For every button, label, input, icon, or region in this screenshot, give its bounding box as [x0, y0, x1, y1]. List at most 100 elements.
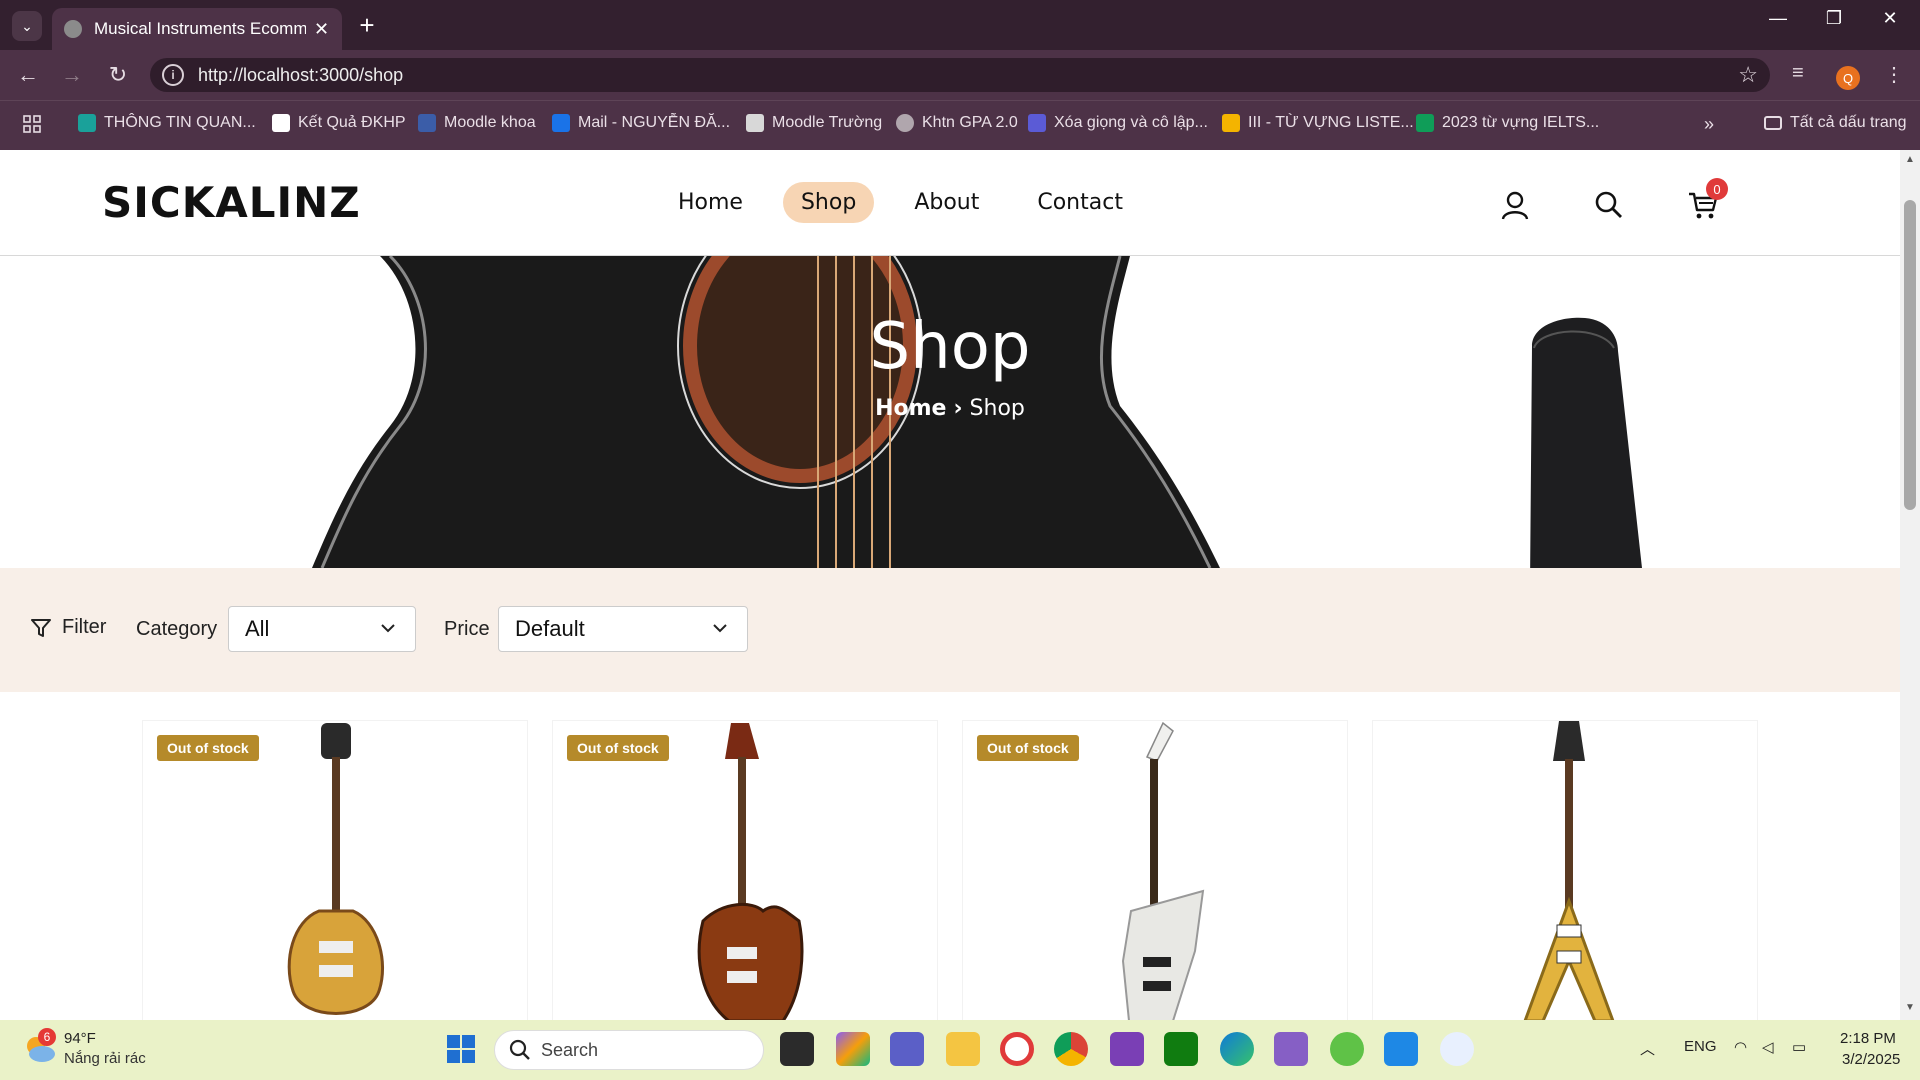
- google-drive-icon: [1416, 114, 1434, 132]
- nav-shop[interactable]: Shop: [782, 182, 875, 223]
- site-info-icon[interactable]: i: [162, 64, 184, 86]
- bookmark-label: Xóa giọng và cô lập...: [1054, 114, 1208, 131]
- language-indicator[interactable]: ENG: [1684, 1038, 1717, 1055]
- clock-date[interactable]: 3/2/2025: [1842, 1051, 1900, 1068]
- stock-badge: Out of stock: [567, 735, 669, 761]
- clock-time[interactable]: 2:18 PM: [1840, 1030, 1896, 1047]
- show-hidden-icons[interactable]: ︿: [1640, 1038, 1655, 1059]
- apps-grid-icon[interactable]: [22, 114, 42, 134]
- bookmark-label: Moodle khoa: [444, 114, 536, 131]
- chrome-icon[interactable]: [1054, 1032, 1088, 1066]
- teams-icon[interactable]: [890, 1032, 924, 1066]
- outlook-icon: [552, 114, 570, 132]
- bookmark-item[interactable]: III - TỪ VỰNG LISTE...: [1222, 114, 1414, 132]
- filter-button[interactable]: Filter: [30, 616, 106, 639]
- moodle-icon: [418, 114, 436, 132]
- search-icon[interactable]: [1592, 188, 1626, 222]
- profile-avatar[interactable]: Q: [1836, 66, 1860, 90]
- site-logo[interactable]: SICKALINZ: [102, 178, 361, 227]
- forward-button[interactable]: →: [54, 60, 90, 90]
- filter-bar: Filter Category All Price Default: [0, 568, 1900, 692]
- close-window-button[interactable]: ✕: [1870, 8, 1910, 29]
- product-card[interactable]: [1372, 720, 1758, 1020]
- windows-start-icon[interactable]: [446, 1034, 476, 1064]
- bookmark-item[interactable]: Xóa giọng và cô lập...: [1028, 114, 1208, 132]
- app-icon[interactable]: [1330, 1032, 1364, 1066]
- bookmark-item[interactable]: THÔNG TIN QUAN...: [78, 114, 256, 132]
- chevron-down-icon: [713, 624, 727, 633]
- scroll-down-icon[interactable]: ▼: [1900, 1002, 1920, 1013]
- nav-home[interactable]: Home: [660, 182, 761, 223]
- nav-contact[interactable]: Contact: [1019, 182, 1141, 223]
- product-image[interactable]: [963, 721, 1349, 1020]
- address-bar[interactable]: i http://localhost:3000/shop ☆: [150, 58, 1770, 92]
- more-bookmarks-icon[interactable]: »: [1704, 114, 1714, 135]
- breadcrumb-home[interactable]: Home: [875, 396, 946, 421]
- hero-banner: Shop Home › Shop: [0, 256, 1900, 568]
- vscode-icon[interactable]: [1384, 1032, 1418, 1066]
- tab-search-button[interactable]: ⌄: [12, 11, 42, 41]
- folder-icon: [1764, 116, 1782, 130]
- globe-icon: [896, 114, 914, 132]
- bookmark-item[interactable]: Mail - NGUYỄN ĐĂ...: [552, 114, 730, 132]
- task-view-icon[interactable]: [780, 1032, 814, 1066]
- category-label: Category: [136, 618, 218, 640]
- bookmark-item[interactable]: Moodle khoa: [418, 114, 536, 132]
- minimize-button[interactable]: —: [1758, 8, 1798, 29]
- all-bookmarks-button[interactable]: Tất cả dấu trang: [1764, 114, 1907, 132]
- bookmark-item[interactable]: Moodle Trường: [746, 114, 882, 132]
- app-icon[interactable]: [1440, 1032, 1474, 1066]
- product-card[interactable]: Out of stock: [142, 720, 528, 1020]
- product-card[interactable]: Out of stock: [552, 720, 938, 1020]
- breadcrumb-current: Shop: [969, 396, 1025, 421]
- browser-menu-icon[interactable]: ⋮: [1884, 62, 1904, 87]
- bookmark-star-icon[interactable]: ☆: [1738, 62, 1758, 88]
- close-tab-icon[interactable]: ✕: [314, 19, 329, 40]
- user-icon[interactable]: [1498, 188, 1532, 222]
- weather-temperature[interactable]: 94°F: [64, 1030, 96, 1047]
- bookmark-item[interactable]: 2023 từ vựng IELTS...: [1416, 114, 1599, 132]
- xbox-icon[interactable]: [1164, 1032, 1198, 1066]
- bookmark-label: Khtn GPA 2.0: [922, 114, 1018, 131]
- taskbar: 6 94°F Nắng rải rác Search ︿ ENG ◠ ◁ ▭ 2…: [0, 1020, 1920, 1080]
- globe-icon: [64, 20, 82, 38]
- edge-icon[interactable]: [1220, 1032, 1254, 1066]
- scroll-up-icon[interactable]: ▲: [1900, 154, 1920, 165]
- restore-button[interactable]: ❐: [1814, 8, 1854, 29]
- university-icon: [272, 114, 290, 132]
- price-select[interactable]: Default: [498, 606, 748, 652]
- browser-tab[interactable]: Musical Instruments Ecommerce ✕: [52, 8, 342, 50]
- nav-about[interactable]: About: [896, 182, 997, 223]
- page-scrollbar[interactable]: ▲ ▼: [1900, 150, 1920, 1020]
- product-card[interactable]: Out of stock: [962, 720, 1348, 1020]
- product-image[interactable]: [143, 721, 529, 1020]
- opera-icon[interactable]: [1000, 1032, 1034, 1066]
- scrollbar-thumb[interactable]: [1904, 200, 1916, 510]
- bookmark-item[interactable]: Kết Quả ĐKHP: [272, 114, 406, 132]
- back-button[interactable]: ←: [10, 60, 46, 90]
- volume-icon[interactable]: ◁: [1762, 1038, 1774, 1056]
- media-controls-icon[interactable]: ≡: [1792, 62, 1804, 85]
- app-icon[interactable]: [1110, 1032, 1144, 1066]
- weather-description[interactable]: Nắng rải rác: [64, 1050, 146, 1067]
- copilot-icon[interactable]: [836, 1032, 870, 1066]
- file-explorer-icon[interactable]: [946, 1032, 980, 1066]
- new-tab-button[interactable]: +: [352, 10, 382, 41]
- filter-icon: [31, 618, 51, 637]
- wifi-icon[interactable]: ◠: [1734, 1038, 1747, 1056]
- product-image[interactable]: [553, 721, 939, 1020]
- all-bookmarks-label: Tất cả dấu trang: [1790, 114, 1907, 131]
- breadcrumb-separator: ›: [953, 396, 963, 421]
- category-select[interactable]: All: [228, 606, 416, 652]
- visual-studio-icon[interactable]: [1274, 1032, 1308, 1066]
- bookmark-item[interactable]: Khtn GPA 2.0: [896, 114, 1018, 132]
- breadcrumb: Home › Shop: [0, 396, 1900, 421]
- hero-title: Shop: [869, 310, 1031, 384]
- product-image[interactable]: [1373, 721, 1759, 1020]
- reload-button[interactable]: ↻: [100, 60, 136, 90]
- taskbar-search[interactable]: Search: [494, 1030, 764, 1070]
- cart-count-badge: 0: [1706, 178, 1728, 200]
- category-value: All: [245, 616, 270, 641]
- battery-icon[interactable]: ▭: [1792, 1038, 1806, 1056]
- bookmark-label: Moodle Trường: [772, 114, 883, 131]
